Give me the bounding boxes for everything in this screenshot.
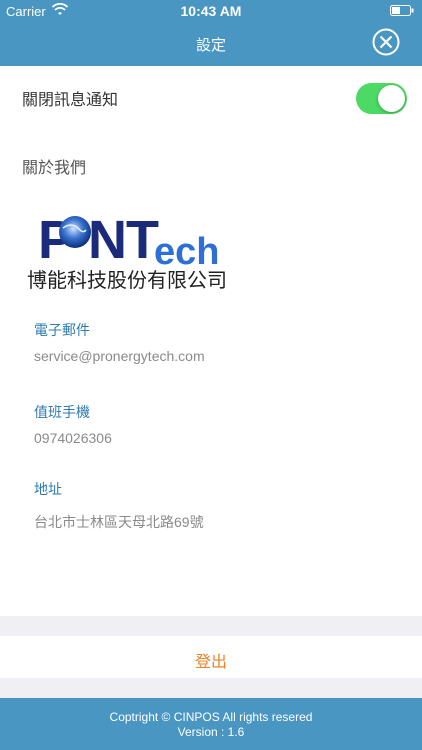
- logout-row: 登出: [0, 636, 422, 678]
- email-value[interactable]: service@pronergytech.com: [34, 348, 205, 364]
- version-text: Version : 1.6: [177, 725, 245, 739]
- about-section-title: 關於我們: [22, 160, 87, 177]
- copyright-text: Coptright © CINPOS All rights resered: [109, 710, 313, 724]
- company-logo: P N T ech: [38, 210, 219, 266]
- logout-button[interactable]: 登出: [0, 648, 422, 672]
- section-divider: [0, 678, 422, 698]
- email-label: 電子郵件: [34, 322, 90, 338]
- toggle-knob: [378, 85, 405, 112]
- status-bar: Carrier 10:43 AM: [0, 0, 422, 22]
- svg-text:ech: ech: [154, 231, 219, 266]
- footer: Coptright © CINPOS All rights resered Ve…: [0, 698, 422, 750]
- status-time: 10:43 AM: [180, 3, 242, 19]
- page-title: 設定: [195, 37, 226, 54]
- svg-text:N: N: [88, 210, 127, 266]
- notify-toggle[interactable]: [356, 83, 407, 114]
- close-icon[interactable]: [372, 28, 400, 56]
- phone-label: 值班手機: [34, 404, 90, 420]
- settings-content: 關閉訊息通知 關於我們 P N T ech 博能科技股份有限公司 電子郵件 se…: [0, 66, 422, 616]
- address-value: 台北市士林區天母北路69號: [34, 514, 204, 530]
- header-bar: Carrier 10:43 AM 設定: [0, 0, 422, 66]
- company-name: 博能科技股份有限公司: [27, 270, 227, 292]
- phone-value[interactable]: 0974026306: [34, 430, 112, 446]
- address-label: 地址: [34, 481, 62, 497]
- battery-icon: [390, 5, 414, 16]
- notify-setting-label: 關閉訊息通知: [22, 92, 119, 109]
- section-divider: [0, 616, 422, 636]
